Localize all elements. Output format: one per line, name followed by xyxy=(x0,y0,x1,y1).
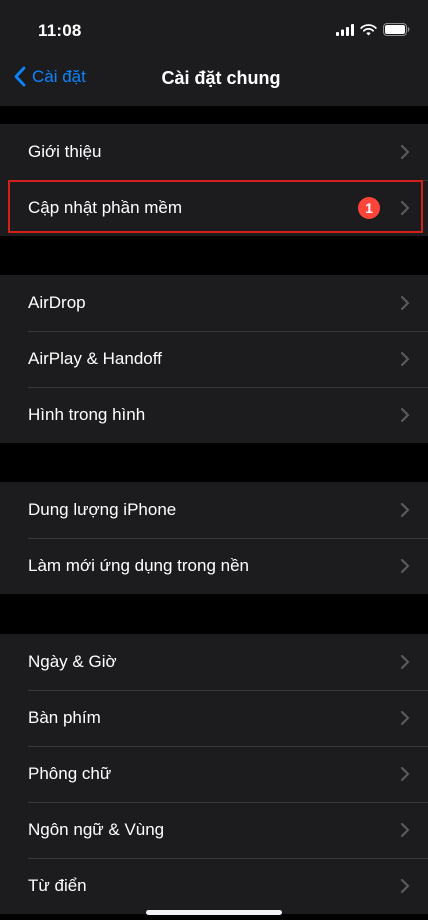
row-keyboard[interactable]: Bàn phím xyxy=(0,690,428,746)
row-label: Giới thiệu xyxy=(28,142,102,161)
status-time: 11:08 xyxy=(38,21,82,40)
page-title: Cài đặt chung xyxy=(161,68,281,88)
row-airdrop[interactable]: AirDrop xyxy=(0,275,428,331)
navigation-bar: Cài đặt Cài đặt chung xyxy=(0,58,428,106)
row-label: Hình trong hình xyxy=(28,405,146,424)
wifi-icon xyxy=(360,23,377,35)
status-bar: 11:08 xyxy=(0,0,428,58)
chevron-right-icon xyxy=(400,144,410,160)
chevron-right-icon xyxy=(400,200,410,216)
row-picture-in-picture[interactable]: Hình trong hình xyxy=(0,387,428,443)
notification-badge: 1 xyxy=(358,197,380,219)
chevron-right-icon xyxy=(400,351,410,367)
status-icons xyxy=(336,23,410,36)
row-label: Dung lượng iPhone xyxy=(28,500,177,519)
row-label: Từ điển xyxy=(28,876,87,895)
settings-group-sharing: AirDrop AirPlay & Handoff Hình trong hìn… xyxy=(0,275,428,443)
cellular-signal-icon xyxy=(336,23,354,36)
settings-group-about: Giới thiệu Cập nhật phần mềm 1 xyxy=(0,124,428,236)
row-date-time[interactable]: Ngày & Giờ xyxy=(0,634,428,690)
chevron-right-icon xyxy=(400,710,410,726)
chevron-right-icon xyxy=(400,822,410,838)
row-label: Ngôn ngữ & Vùng xyxy=(28,820,165,839)
row-label: Phông chữ xyxy=(28,764,112,783)
battery-icon xyxy=(383,23,410,36)
chevron-right-icon xyxy=(400,766,410,782)
row-label: Bàn phím xyxy=(28,708,101,727)
row-fonts[interactable]: Phông chữ xyxy=(0,746,428,802)
row-background-app-refresh[interactable]: Làm mới ứng dụng trong nền xyxy=(0,538,428,594)
row-dictionary[interactable]: Từ điển xyxy=(0,858,428,914)
chevron-right-icon xyxy=(400,502,410,518)
chevron-right-icon xyxy=(400,654,410,670)
chevron-right-icon xyxy=(400,558,410,574)
row-label: Cập nhật phần mềm xyxy=(28,198,183,217)
row-label: Làm mới ứng dụng trong nền xyxy=(28,556,249,575)
settings-group-locale: Ngày & Giờ Bàn phím Phông chữ Ngôn ngữ &… xyxy=(0,634,428,914)
row-airplay-handoff[interactable]: AirPlay & Handoff xyxy=(0,331,428,387)
settings-screen: 11:08 Cài đặt Cài đặt chung Giới thiệu C… xyxy=(0,0,428,920)
row-label: Ngày & Giờ xyxy=(28,652,117,671)
chevron-right-icon xyxy=(400,878,410,894)
row-language-region[interactable]: Ngôn ngữ & Vùng xyxy=(0,802,428,858)
chevron-right-icon xyxy=(400,295,410,311)
chevron-right-icon xyxy=(400,407,410,423)
row-about[interactable]: Giới thiệu xyxy=(0,124,428,180)
row-label: AirPlay & Handoff xyxy=(28,349,162,368)
home-indicator xyxy=(146,910,282,915)
row-label: AirDrop xyxy=(28,293,86,312)
settings-group-storage: Dung lượng iPhone Làm mới ứng dụng trong… xyxy=(0,482,428,594)
row-software-update[interactable]: Cập nhật phần mềm 1 xyxy=(0,180,428,236)
row-iphone-storage[interactable]: Dung lượng iPhone xyxy=(0,482,428,538)
